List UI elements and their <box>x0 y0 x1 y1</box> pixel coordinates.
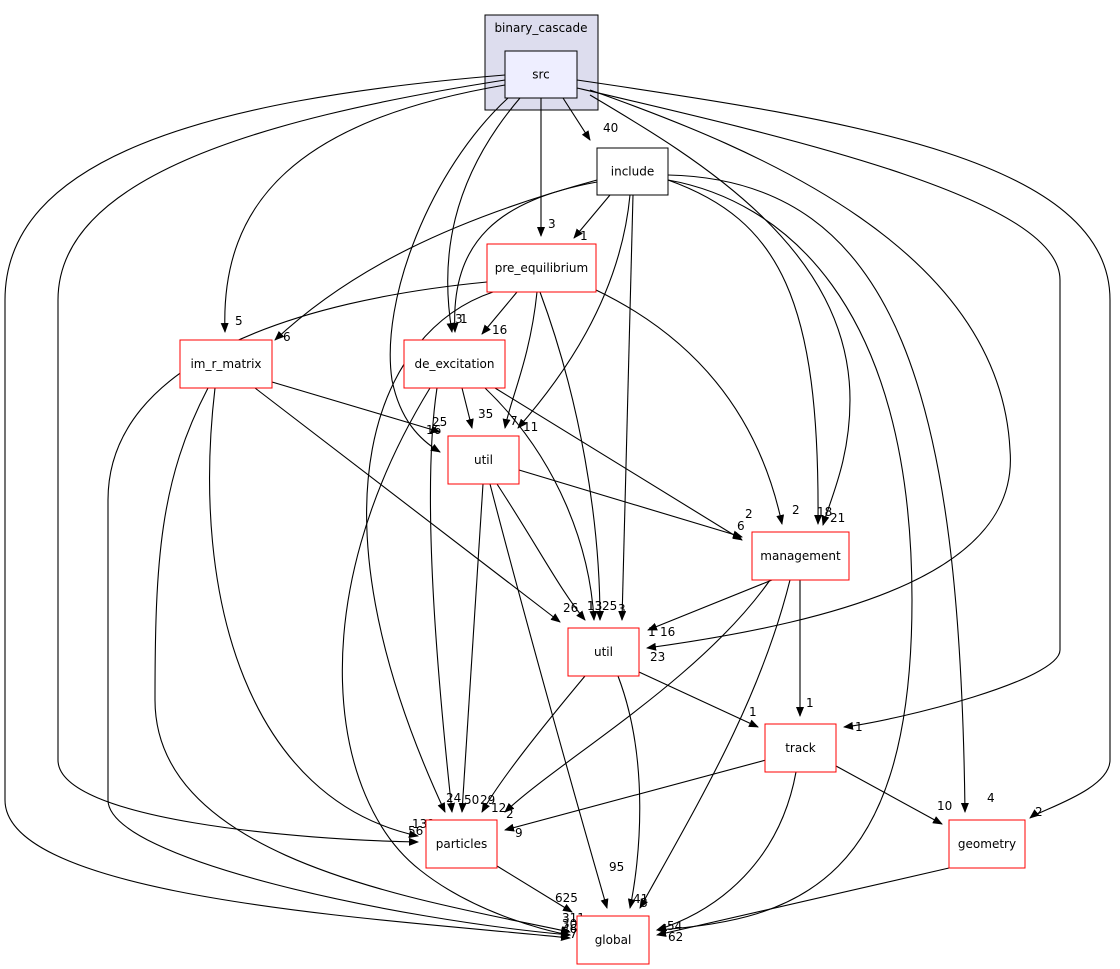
node-pre_equilibrium[interactable]: pre_equilibrium <box>486 243 597 293</box>
edge-label[interactable]: 2 <box>745 507 753 521</box>
edge-label[interactable]: 50 <box>464 793 479 807</box>
edge-geometry-to-global[interactable] <box>656 867 950 937</box>
edge-label[interactable]: 40 <box>603 121 618 135</box>
edge-label[interactable]: 62 <box>668 930 683 944</box>
edge-particles-to-global[interactable] <box>496 865 573 913</box>
edge-label[interactable]: 16 <box>660 625 675 639</box>
edge-label[interactable]: 18 <box>817 505 832 519</box>
edge-label[interactable]: 24 <box>446 791 461 805</box>
edge-label[interactable]: 21 <box>830 511 845 525</box>
edge-label[interactable]: 1 <box>580 229 588 243</box>
edge-include-to-util2[interactable] <box>618 194 634 621</box>
edge-label[interactable]: 16 <box>426 423 441 437</box>
node-management[interactable]: management <box>751 531 850 581</box>
edge-label[interactable]: 13 <box>587 599 602 613</box>
edge-im_r_matrix-to-util1[interactable] <box>271 381 441 434</box>
edge-label[interactable]: 6 <box>283 330 291 344</box>
node-im_r_matrix[interactable]: im_r_matrix <box>179 339 273 389</box>
edge-label[interactable]: 23 <box>650 650 665 664</box>
edge-management-to-util2[interactable] <box>647 579 773 631</box>
node-util1[interactable]: util <box>447 435 520 485</box>
edge-label[interactable]: 10 <box>937 799 952 813</box>
edge-label[interactable]: 2 <box>792 503 800 517</box>
edge-util1-to-global[interactable] <box>489 483 609 909</box>
edge-pre_equilibrium-to-util1[interactable] <box>502 291 538 429</box>
node-label[interactable]: particles <box>436 837 488 851</box>
edge-label[interactable]: 7 <box>510 414 518 428</box>
edge-label[interactable]: 6 <box>737 519 745 533</box>
edge-src-to-im_r_matrix[interactable] <box>220 84 506 333</box>
edge-label[interactable]: 1 <box>855 720 863 734</box>
graph-canvas: binary_cascade 4035 325112132311211611131… <box>4 14 1111 965</box>
node-label[interactable]: include <box>611 165 654 179</box>
edge-util2-to-particles[interactable] <box>481 675 586 813</box>
edge-include-to-geometry[interactable] <box>667 174 969 813</box>
edge-label[interactable]: 35 <box>478 407 493 421</box>
edge-util1-to-particles[interactable] <box>458 483 484 813</box>
edge-label[interactable]: 5 <box>235 314 243 328</box>
edge-label[interactable]: 1 <box>749 705 757 719</box>
edge-src-to-global[interactable] <box>4 74 571 942</box>
node-label[interactable]: util <box>594 645 613 659</box>
node-label[interactable]: geometry <box>958 837 1016 851</box>
edge-label[interactable]: 1 <box>648 625 656 639</box>
node-geometry[interactable]: geometry <box>948 819 1026 869</box>
edge-label[interactable]: 1 <box>460 312 468 326</box>
edge-label[interactable]: 26 <box>563 601 578 615</box>
edge-track-to-global[interactable] <box>656 771 797 932</box>
edge-label[interactable]: 25 <box>602 599 617 613</box>
node-util2[interactable]: util <box>567 627 640 677</box>
node-label[interactable]: de_excitation <box>414 357 494 371</box>
edge-label[interactable]: 56 <box>408 824 423 838</box>
edge-label[interactable]: 2 <box>506 807 514 821</box>
edge-util1-to-management[interactable] <box>518 469 743 539</box>
edge-label[interactable]: 3 <box>548 217 556 231</box>
edge-pre_equilibrium-to-management[interactable] <box>595 289 785 525</box>
edge-de_excitation-to-util1[interactable] <box>461 387 474 429</box>
edge-label[interactable]: 95 <box>609 860 624 874</box>
edge-pre_equilibrium-to-util2[interactable] <box>539 291 604 621</box>
edge-label[interactable]: 46 <box>562 922 577 936</box>
edge-label[interactable]: 8 <box>640 896 648 910</box>
edge-track-to-geometry[interactable] <box>835 765 943 825</box>
node-label[interactable]: global <box>595 933 632 947</box>
edge-src-to-de_excitation[interactable] <box>446 97 521 333</box>
edge-label[interactable]: 9 <box>515 826 523 840</box>
node-label[interactable]: util <box>474 453 493 467</box>
edge-track-to-particles[interactable] <box>504 759 767 832</box>
edge-include-to-management[interactable] <box>667 179 823 525</box>
node-global[interactable]: global <box>576 915 650 965</box>
edge-label[interactable]: 625 <box>555 891 578 905</box>
edge-management-to-particles[interactable] <box>504 579 771 813</box>
edge-label[interactable]: 16 <box>492 323 507 337</box>
edge-label[interactable]: 2 <box>1035 805 1043 819</box>
cluster-label: binary_cascade <box>494 21 587 35</box>
node-label[interactable]: pre_equilibrium <box>495 261 588 275</box>
node-label[interactable]: src <box>532 68 550 82</box>
node-de_excitation[interactable]: de_excitation <box>403 339 506 389</box>
edge-de_excitation-to-management[interactable] <box>494 387 743 541</box>
edge-label[interactable]: 3 <box>618 602 626 616</box>
edge-label[interactable]: 11 <box>523 420 538 434</box>
node-include[interactable]: include <box>596 147 669 196</box>
node-label[interactable]: track <box>785 741 816 755</box>
edge-label[interactable]: 12 <box>491 801 506 815</box>
node-label[interactable]: im_r_matrix <box>190 357 261 371</box>
node-track[interactable]: track <box>764 723 837 773</box>
edge-util1-to-util2[interactable] <box>496 483 586 621</box>
node-src[interactable]: src <box>504 50 578 99</box>
edge-src-to-particles[interactable] <box>57 79 506 846</box>
edge-label[interactable]: 1 <box>806 696 814 710</box>
edge-label[interactable]: 4 <box>987 791 995 805</box>
dependency-graph: binary_cascade 40 3 5 3 25 1 1 2 132 311 21 1 6 1 11 3 1… <box>0 0 1120 969</box>
edge-im_r_matrix-to-particles[interactable] <box>209 387 419 839</box>
node-label[interactable]: management <box>760 549 841 563</box>
node-particles[interactable]: particles <box>425 819 498 869</box>
